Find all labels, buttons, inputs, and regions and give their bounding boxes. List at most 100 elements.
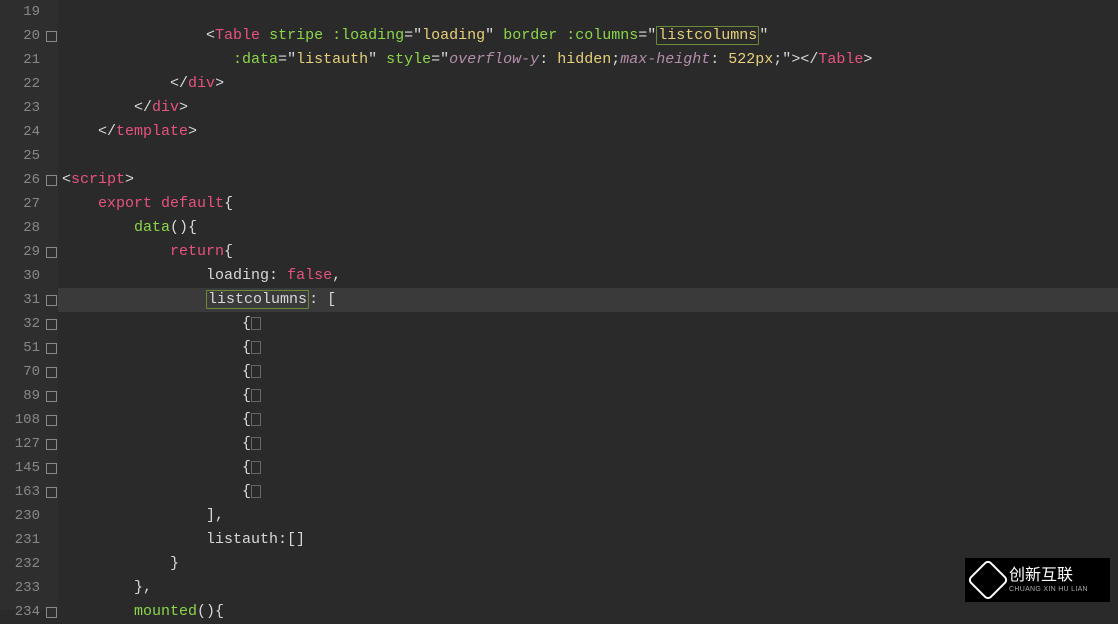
fold-marker-icon[interactable]: [44, 384, 58, 408]
code-token: ": [287, 51, 296, 68]
code-token: {: [224, 243, 233, 260]
code-line[interactable]: ],: [58, 504, 1118, 528]
folded-region-icon[interactable]: [251, 485, 261, 498]
line-number[interactable]: 145: [0, 456, 44, 480]
code-line[interactable]: },: [58, 576, 1118, 600]
fold-marker-icon[interactable]: [44, 312, 58, 336]
code-token: template: [116, 123, 188, 140]
code-line[interactable]: {: [58, 360, 1118, 384]
code-token: {: [242, 387, 251, 404]
code-line[interactable]: {: [58, 408, 1118, 432]
line-number[interactable]: 25: [0, 144, 44, 168]
code-line[interactable]: </template>: [58, 120, 1118, 144]
code-area[interactable]: <Table stripe :loading="loading" border …: [58, 0, 1118, 610]
line-number[interactable]: 19: [0, 0, 44, 24]
fold-marker-icon[interactable]: [44, 288, 58, 312]
line-number[interactable]: 27: [0, 192, 44, 216]
code-line[interactable]: data(){: [58, 216, 1118, 240]
code-token: data: [134, 219, 170, 236]
line-number[interactable]: 20: [0, 24, 44, 48]
line-number[interactable]: 29: [0, 240, 44, 264]
code-token: return: [170, 243, 224, 260]
folded-region-icon[interactable]: [251, 341, 261, 354]
code-token: ;: [773, 51, 782, 68]
code-token: :: [269, 267, 287, 284]
code-line[interactable]: <script>: [58, 168, 1118, 192]
line-number[interactable]: 230: [0, 504, 44, 528]
code-line[interactable]: listauth:[]: [58, 528, 1118, 552]
line-number[interactable]: 233: [0, 576, 44, 600]
code-line[interactable]: <Table stripe :loading="loading" border …: [58, 24, 1118, 48]
code-line[interactable]: {: [58, 384, 1118, 408]
fold-marker-icon[interactable]: [44, 432, 58, 456]
fold-column[interactable]: [44, 0, 58, 610]
code-line[interactable]: {: [58, 456, 1118, 480]
line-number[interactable]: 232: [0, 552, 44, 576]
folded-region-icon[interactable]: [251, 317, 261, 330]
line-number[interactable]: 31: [0, 288, 44, 312]
code-line[interactable]: mounted(){: [58, 600, 1118, 624]
code-token: ,: [332, 267, 341, 284]
code-token: (){: [197, 603, 224, 620]
line-number[interactable]: 89: [0, 384, 44, 408]
fold-marker-empty: [44, 144, 58, 168]
fold-marker-icon[interactable]: [44, 240, 58, 264]
line-number[interactable]: 28: [0, 216, 44, 240]
line-number[interactable]: 26: [0, 168, 44, 192]
code-line[interactable]: {: [58, 432, 1118, 456]
code-token: script: [71, 171, 125, 188]
line-number[interactable]: 108: [0, 408, 44, 432]
code-token: (){: [170, 219, 197, 236]
code-token: 522px: [728, 51, 773, 68]
line-number[interactable]: 127: [0, 432, 44, 456]
line-number-gutter[interactable]: 1920212223242526272829303132517089108127…: [0, 0, 44, 610]
fold-marker-icon[interactable]: [44, 168, 58, 192]
code-token: <: [62, 171, 71, 188]
folded-region-icon[interactable]: [251, 365, 261, 378]
fold-marker-empty: [44, 192, 58, 216]
line-number[interactable]: 234: [0, 600, 44, 624]
code-editor[interactable]: 1920212223242526272829303132517089108127…: [0, 0, 1118, 610]
line-number[interactable]: 32: [0, 312, 44, 336]
code-line[interactable]: </div>: [58, 72, 1118, 96]
code-token: >: [188, 123, 197, 140]
code-line[interactable]: </div>: [58, 96, 1118, 120]
code-token: [323, 27, 332, 44]
line-number[interactable]: 21: [0, 48, 44, 72]
code-token: [494, 27, 503, 44]
folded-region-icon[interactable]: [251, 461, 261, 474]
line-number[interactable]: 70: [0, 360, 44, 384]
line-number[interactable]: 24: [0, 120, 44, 144]
code-line[interactable]: :data="listauth" style="overflow-y: hidd…: [58, 48, 1118, 72]
code-line[interactable]: {: [58, 312, 1118, 336]
code-token: loading: [206, 267, 269, 284]
code-line[interactable]: return{: [58, 240, 1118, 264]
fold-marker-icon[interactable]: [44, 24, 58, 48]
code-line[interactable]: }: [58, 552, 1118, 576]
fold-marker-icon[interactable]: [44, 408, 58, 432]
line-number[interactable]: 231: [0, 528, 44, 552]
fold-marker-icon[interactable]: [44, 480, 58, 504]
fold-marker-icon[interactable]: [44, 360, 58, 384]
code-token: =: [404, 27, 413, 44]
code-token: :[]: [278, 531, 305, 548]
code-token: </: [170, 75, 188, 92]
folded-region-icon[interactable]: [251, 413, 261, 426]
line-number[interactable]: 30: [0, 264, 44, 288]
code-line[interactable]: loading: false,: [58, 264, 1118, 288]
code-line[interactable]: {: [58, 480, 1118, 504]
fold-marker-icon[interactable]: [44, 456, 58, 480]
code-line[interactable]: [58, 144, 1118, 168]
folded-region-icon[interactable]: [251, 437, 261, 450]
fold-marker-icon[interactable]: [44, 600, 58, 624]
fold-marker-icon[interactable]: [44, 336, 58, 360]
code-line[interactable]: export default{: [58, 192, 1118, 216]
folded-region-icon[interactable]: [251, 389, 261, 402]
code-line[interactable]: {: [58, 336, 1118, 360]
code-line[interactable]: [58, 0, 1118, 24]
line-number[interactable]: 22: [0, 72, 44, 96]
code-line[interactable]: listcolumns: [: [58, 288, 1118, 312]
line-number[interactable]: 23: [0, 96, 44, 120]
line-number[interactable]: 51: [0, 336, 44, 360]
line-number[interactable]: 163: [0, 480, 44, 504]
